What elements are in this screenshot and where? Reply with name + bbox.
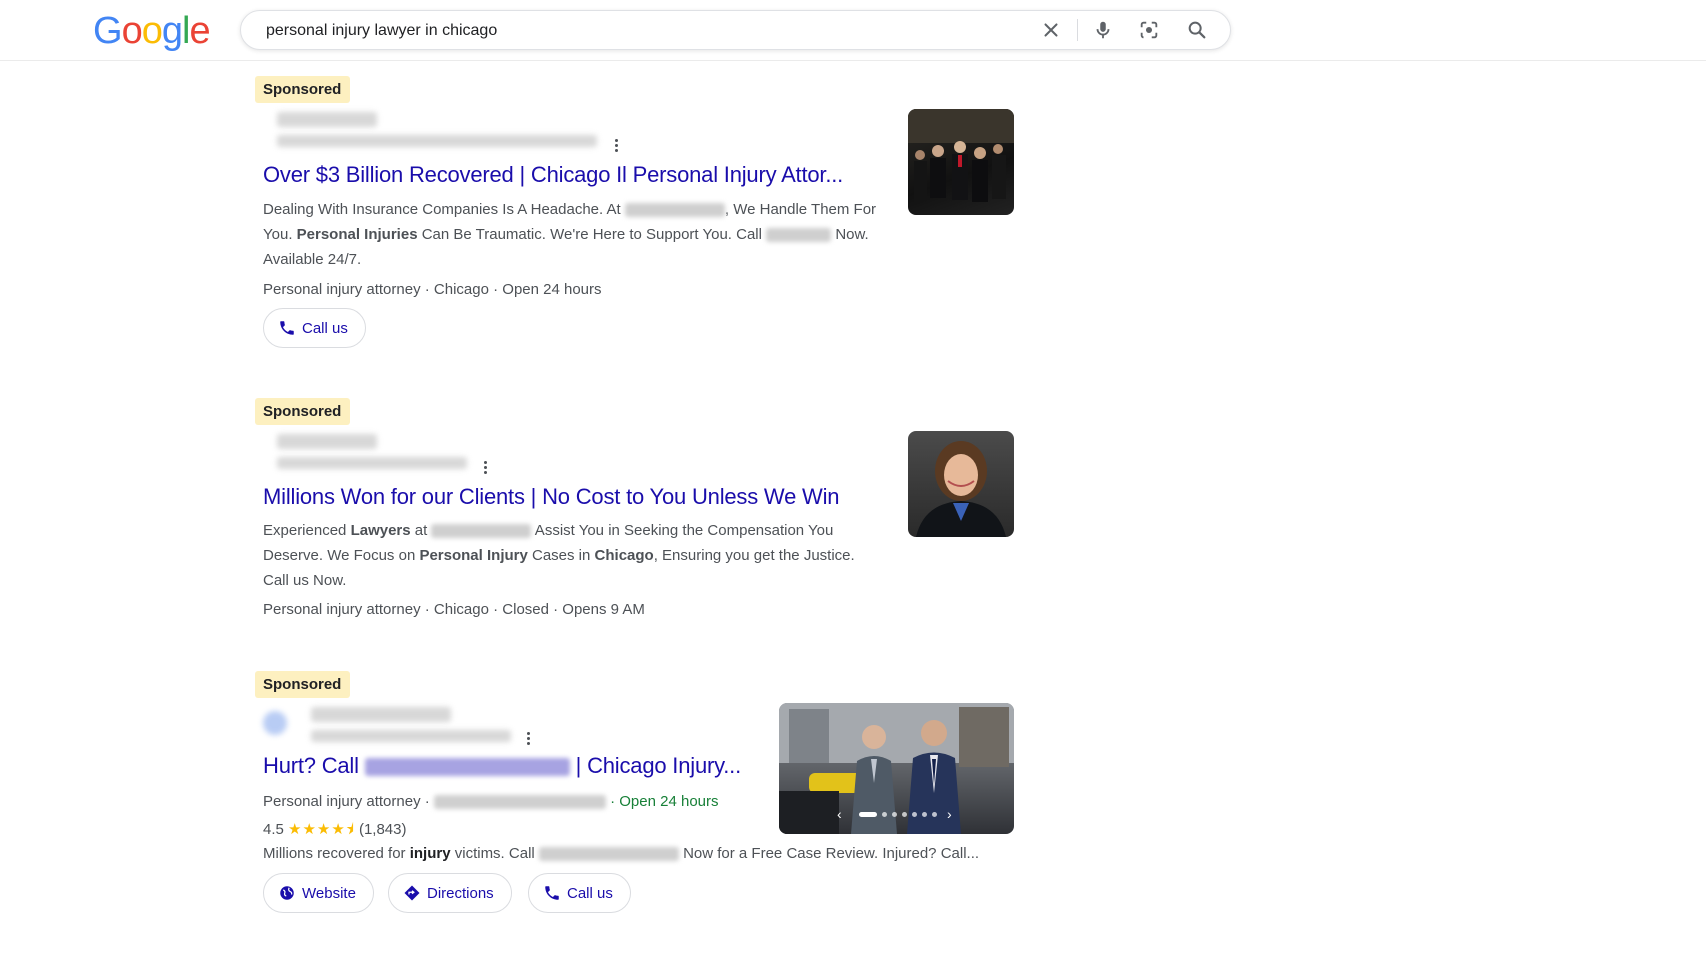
advertiser-url-redacted — [311, 730, 511, 742]
carousel-next-icon[interactable]: › — [947, 807, 961, 821]
call-us-label: Call us — [302, 319, 348, 337]
search-header: Google — [0, 0, 1706, 61]
website-button[interactable]: Website — [263, 873, 374, 913]
ad-business-info: Personal injury attorney · Chicago · Clo… — [263, 601, 645, 618]
search-divider — [1077, 19, 1078, 41]
search-input[interactable] — [264, 19, 1028, 43]
directions-button[interactable]: Directions — [388, 873, 512, 913]
sponsored-label: Sponsored — [255, 671, 351, 698]
redacted-text — [624, 203, 725, 218]
more-options-icon[interactable] — [527, 732, 531, 748]
ad-description: Millions recovered for injury victims. C… — [263, 845, 980, 862]
ad-title-link[interactable]: Over $3 Billion Recovered | Chicago Il P… — [263, 162, 843, 188]
call-us-label: Call us — [567, 884, 613, 902]
ad-result-2: Sponsored Millions Won for our Clients |… — [255, 398, 1025, 638]
ad-description: Experienced Lawyers at Assist You in See… — [263, 522, 855, 589]
ad-rating: 4.5 ★★★★⯨ (1,843) — [263, 821, 407, 838]
advertiser-favicon-redacted — [263, 711, 287, 735]
lens-icon[interactable] — [1138, 19, 1160, 41]
more-options-icon[interactable] — [484, 461, 488, 477]
advertiser-url-redacted — [277, 457, 467, 469]
sponsored-label: Sponsored — [255, 76, 351, 103]
ad-result-3: Sponsored Hurt? Call | Chicago Injury...… — [255, 671, 1025, 931]
redacted-text — [364, 758, 570, 777]
call-us-button[interactable]: Call us — [528, 873, 631, 913]
globe-icon — [280, 886, 294, 900]
directions-icon — [404, 885, 420, 901]
carousel-prev-icon[interactable]: ‹ — [837, 807, 851, 821]
star-rating-icon: ★★★★⯨ — [288, 821, 355, 838]
google-logo[interactable]: Google — [93, 10, 211, 53]
clear-icon[interactable] — [1040, 19, 1062, 41]
ad-result-1: Sponsored Over $3 Billion Recovered | Ch… — [255, 76, 1025, 356]
phone-icon — [280, 321, 294, 335]
ad-title-link[interactable]: Millions Won for our Clients | No Cost t… — [263, 484, 840, 510]
search-icon[interactable] — [1186, 19, 1208, 41]
ad-title-link[interactable]: Hurt? Call | Chicago Injury... — [263, 753, 741, 779]
portrait-photo-image — [916, 441, 1006, 537]
advertiser-name-redacted — [311, 707, 451, 722]
advertiser-name-redacted — [277, 434, 377, 449]
advertiser-url-redacted — [277, 135, 597, 147]
advertiser-name-redacted — [277, 112, 377, 127]
redacted-address — [433, 795, 606, 810]
ad-thumbnail-lawyer-portrait[interactable] — [908, 431, 1014, 537]
carousel-dots — [859, 812, 937, 817]
redacted-text — [766, 228, 832, 243]
ad-thumbnail-lawyers-group[interactable] — [908, 109, 1014, 215]
sponsored-label: Sponsored — [255, 398, 351, 425]
more-options-icon[interactable] — [615, 139, 619, 155]
ad-description: Dealing With Insurance Companies Is A He… — [263, 201, 877, 268]
phone-icon — [545, 886, 559, 900]
call-us-button[interactable]: Call us — [263, 308, 366, 348]
ad-image-carousel[interactable]: ‹ › — [779, 703, 1014, 834]
group-photo-image — [908, 109, 1014, 202]
microphone-icon[interactable] — [1092, 19, 1114, 41]
ad-business-info: Personal injury attorney · Chicago · Ope… — [263, 281, 602, 298]
search-box[interactable] — [240, 10, 1231, 50]
ad-business-info: Personal injury attorney · · Open 24 hou… — [263, 793, 719, 810]
website-label: Website — [302, 884, 356, 902]
redacted-text — [431, 524, 532, 539]
directions-label: Directions — [427, 884, 494, 902]
redacted-text — [538, 847, 679, 862]
